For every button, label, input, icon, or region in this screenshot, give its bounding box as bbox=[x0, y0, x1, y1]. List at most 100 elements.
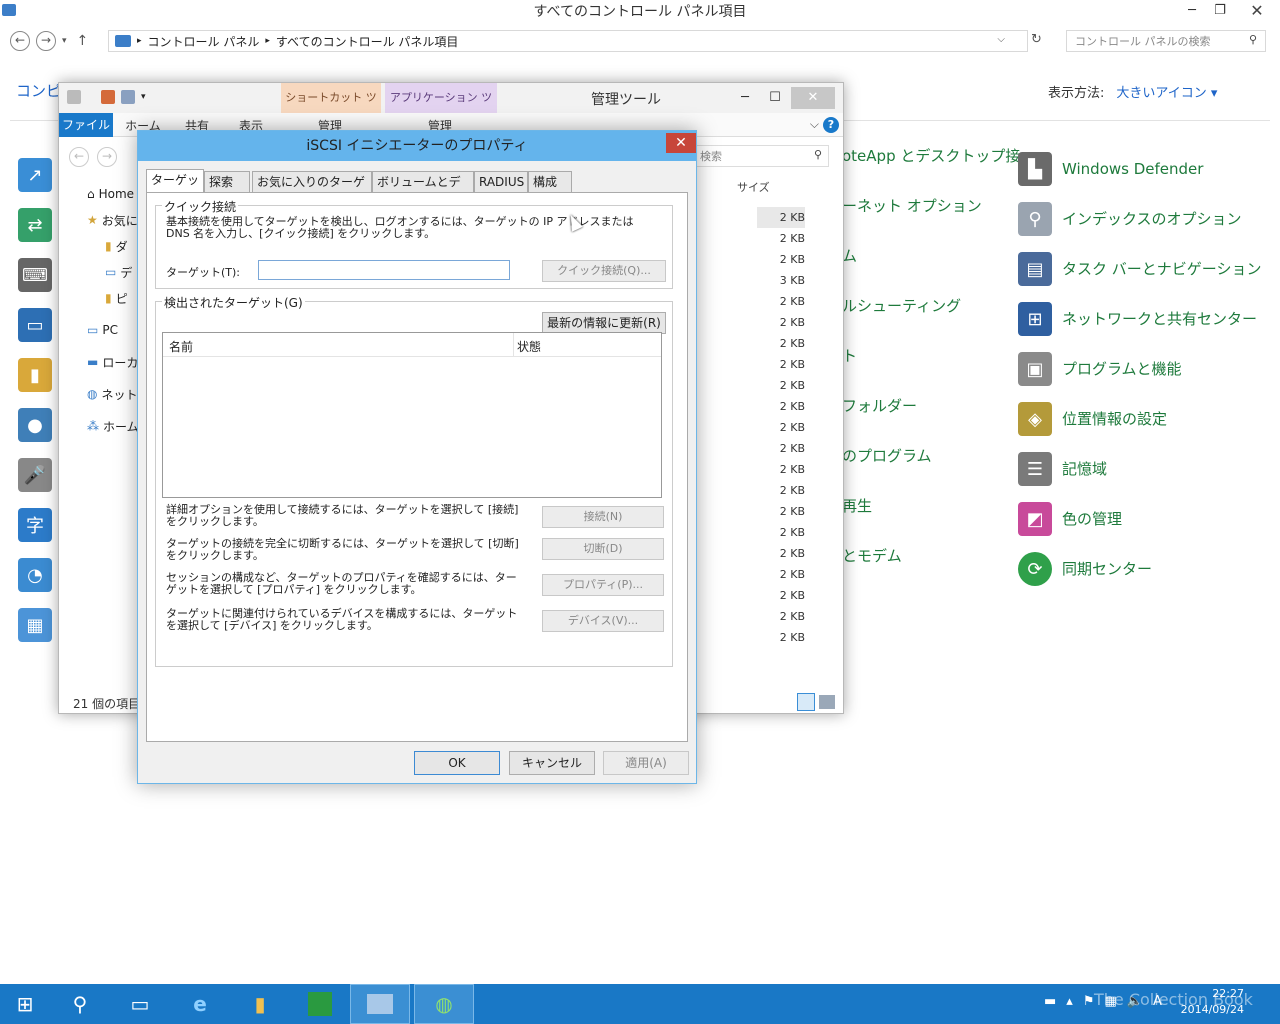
large-icons-view-icon[interactable] bbox=[819, 695, 835, 709]
cp-item-color[interactable]: ◩ 色の管理 bbox=[1018, 502, 1261, 536]
ok-button[interactable]: OK bbox=[414, 751, 500, 775]
iscsi-task[interactable]: ◍ bbox=[414, 984, 474, 1024]
nav-downloads[interactable]: ▮ ダ bbox=[69, 235, 139, 257]
address-dropdown-icon[interactable]: ⌵ bbox=[997, 34, 1005, 45]
cp-item-default-programs[interactable]: のプログラム bbox=[842, 445, 1020, 475]
nav-network[interactable]: ◍ ネット bbox=[69, 383, 139, 405]
disconnect-button[interactable]: 切断(D) bbox=[542, 538, 664, 560]
column-size-header[interactable]: サイズ bbox=[737, 179, 770, 195]
target-input[interactable] bbox=[258, 260, 510, 280]
flag-icon[interactable]: ⚑ bbox=[1083, 994, 1095, 1009]
task-view-button[interactable]: ▭ bbox=[110, 984, 170, 1024]
cp-item-autoplay[interactable]: 再生 bbox=[842, 495, 1020, 525]
file-explorer-button[interactable]: ▮ bbox=[230, 984, 290, 1024]
file-history-icon[interactable]: ▮ bbox=[18, 358, 52, 392]
breadcrumb-control-panel[interactable]: コントロール パネル bbox=[148, 33, 260, 50]
nav-favorites[interactable]: ★ お気に bbox=[69, 209, 139, 231]
targets-list[interactable]: 名前 状態 bbox=[162, 332, 662, 498]
explorer-search-input[interactable]: 検索 ⚲ bbox=[695, 145, 829, 167]
cp-item-storage[interactable]: ☰ 記憶域 bbox=[1018, 452, 1261, 486]
properties-icon[interactable] bbox=[101, 90, 115, 104]
cp-item-system[interactable]: ム bbox=[842, 245, 1020, 275]
start-button[interactable]: ⊞ bbox=[0, 984, 50, 1024]
ie-button[interactable]: e bbox=[170, 984, 230, 1024]
devices-button[interactable]: デバイス(V)... bbox=[542, 610, 664, 632]
up-icon[interactable]: ↑ bbox=[77, 33, 89, 49]
explorer-minimize-button[interactable]: ─ bbox=[731, 87, 759, 109]
language-icon[interactable]: 字 bbox=[18, 508, 52, 542]
details-view-icon[interactable] bbox=[797, 693, 815, 711]
help-icon[interactable]: ? bbox=[823, 117, 839, 133]
volume-icon[interactable]: 🔈 bbox=[1127, 994, 1143, 1009]
cp-item-internet-options[interactable]: ーネット オプション bbox=[842, 195, 1020, 225]
explorer-maximize-button[interactable]: ☐ bbox=[761, 87, 789, 109]
display-icon[interactable]: ▭ bbox=[18, 308, 52, 342]
tab-config[interactable]: 構成 bbox=[528, 171, 572, 192]
column-name[interactable]: 名前 bbox=[169, 338, 193, 355]
keyboard-tray-icon[interactable]: ▬ bbox=[1044, 994, 1056, 1009]
tab-volumes-devices[interactable]: ボリュームとデバイス bbox=[372, 171, 474, 209]
nav-desktop[interactable]: ▭ デ bbox=[69, 261, 139, 283]
nav-local-disk[interactable]: ▬ ローカ bbox=[69, 351, 139, 373]
store-button[interactable] bbox=[290, 984, 350, 1024]
history-dropdown-icon[interactable]: ▾ bbox=[62, 36, 67, 46]
properties-button[interactable]: プロパティ(P)... bbox=[542, 574, 664, 596]
nav-pc[interactable]: ▭ PC bbox=[69, 319, 139, 341]
forward-icon[interactable]: → bbox=[36, 31, 56, 51]
region-icon[interactable]: ◔ bbox=[18, 558, 52, 592]
cp-item-remoteapp[interactable]: oteApp とデスクトップ接 bbox=[842, 145, 1020, 175]
speech-icon[interactable]: 🎤 bbox=[18, 458, 52, 492]
search-button[interactable]: ⚲ bbox=[50, 984, 110, 1024]
tab-discovery[interactable]: 探索 bbox=[204, 171, 250, 192]
network-tray-icon[interactable]: ▦ bbox=[1104, 994, 1116, 1009]
ribbon-expand-icon[interactable]: ⌵ bbox=[810, 117, 819, 132]
nav-home[interactable]: ⌂ Home bbox=[69, 183, 139, 205]
close-button[interactable]: ✕ bbox=[1234, 0, 1280, 22]
search-input[interactable]: コントロール パネルの検索 ⚲ bbox=[1066, 30, 1266, 52]
ime-indicator[interactable]: A bbox=[1153, 994, 1162, 1009]
explorer-back-icon[interactable]: ← bbox=[69, 147, 89, 167]
cp-item-phone-modem[interactable]: とモデム bbox=[842, 545, 1020, 575]
address-bar[interactable]: ▸ コントロール パネル ▸ すべてのコントロール パネル項目 ⌵ bbox=[108, 30, 1028, 52]
minimize-button[interactable]: ─ bbox=[1178, 0, 1206, 22]
nav-pictures[interactable]: ▮ ピ bbox=[69, 287, 139, 309]
nav-homegroup[interactable]: ⁂ ホーム bbox=[69, 415, 139, 437]
cancel-button[interactable]: キャンセル bbox=[509, 751, 595, 775]
tab-favorite-targets[interactable]: お気に入りのターゲット bbox=[252, 171, 372, 209]
control-panel-task[interactable] bbox=[350, 984, 410, 1024]
back-icon[interactable]: ← bbox=[10, 31, 30, 51]
refresh-button[interactable]: 最新の情報に更新(R) bbox=[542, 312, 666, 334]
cp-item-location[interactable]: ◈ 位置情報の設定 bbox=[1018, 402, 1261, 436]
homegroup-icon[interactable]: ● bbox=[18, 408, 52, 442]
breadcrumb-all-items[interactable]: すべてのコントロール パネル項目 bbox=[276, 33, 459, 50]
cp-item-fonts[interactable]: ト bbox=[842, 345, 1020, 375]
cp-item-network-center[interactable]: ⊞ ネットワークと共有センター bbox=[1018, 302, 1261, 336]
tray-expand-icon[interactable]: ▴ bbox=[1066, 994, 1073, 1009]
qat-dropdown-icon[interactable]: ▾ bbox=[141, 92, 146, 102]
view-value[interactable]: 大きいアイコン ▾ bbox=[1116, 86, 1217, 101]
new-folder-icon[interactable] bbox=[121, 90, 135, 104]
cp-item-windows-defender[interactable]: ▙ Windows Defender bbox=[1018, 152, 1261, 186]
cp-item-folder-options[interactable]: フォルダー bbox=[842, 395, 1020, 425]
cp-item-indexing[interactable]: ⚲ インデックスのオプション bbox=[1018, 202, 1261, 236]
sync-icon[interactable]: ⇄ bbox=[18, 208, 52, 242]
tab-target[interactable]: ターゲット bbox=[146, 169, 204, 207]
cp-item-sync-center[interactable]: ⟳ 同期センター bbox=[1018, 552, 1261, 586]
tab-radius[interactable]: RADIUS bbox=[474, 171, 528, 192]
view-selector[interactable]: 表示方法: 大きいアイコン ▾ bbox=[1048, 82, 1217, 101]
restore-button[interactable]: ❐ bbox=[1206, 0, 1234, 22]
cp-item-troubleshooting[interactable]: ルシューティング bbox=[842, 295, 1020, 325]
clock[interactable]: 22:27 2014/09/24 bbox=[1181, 986, 1244, 1018]
cp-item-taskbar[interactable]: ▤ タスク バーとナビゲーション bbox=[1018, 252, 1261, 286]
tab-file[interactable]: ファイル bbox=[59, 113, 113, 137]
explorer-close-button[interactable]: ✕ bbox=[791, 87, 835, 109]
quick-connect-button[interactable]: クイック接続(Q)... bbox=[542, 260, 666, 282]
calendar-icon[interactable]: ▦ bbox=[18, 608, 52, 642]
dialog-close-button[interactable]: ✕ bbox=[666, 133, 696, 153]
cp-item-programs[interactable]: ▣ プログラムと機能 bbox=[1018, 352, 1261, 386]
refresh-icon[interactable]: ↻ bbox=[1031, 32, 1042, 47]
explorer-forward-icon[interactable]: → bbox=[97, 147, 117, 167]
keyboard-icon[interactable]: ⌨ bbox=[18, 258, 52, 292]
apply-button[interactable]: 適用(A) bbox=[603, 751, 689, 775]
action-center-icon[interactable]: ↗ bbox=[18, 158, 52, 192]
